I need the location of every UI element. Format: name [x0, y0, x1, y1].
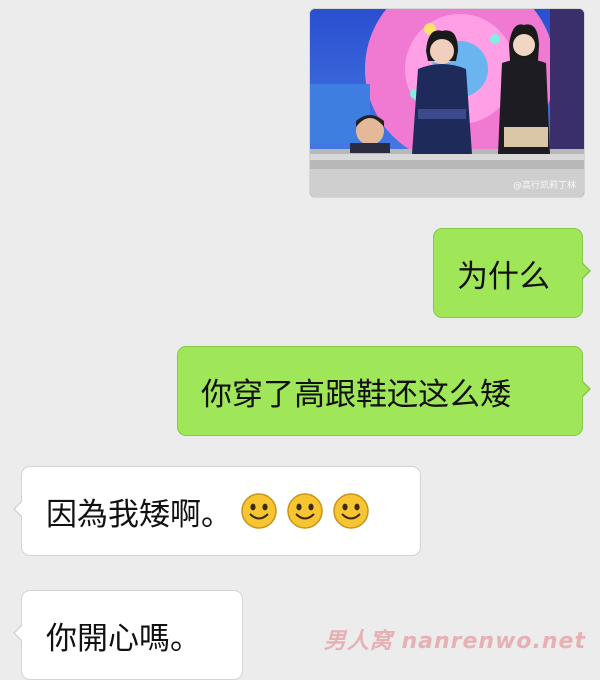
message-text: 为什么: [457, 258, 550, 295]
outgoing-message-bubble[interactable]: 为什么: [433, 228, 591, 318]
image-watermark: @高行凯莉丁林: [512, 181, 576, 191]
incoming-message-bubble[interactable]: 因為我矮啊。: [13, 466, 421, 556]
photo: [310, 9, 584, 197]
chat-area: @高行凯莉丁林 为什么 你穿了高跟鞋还这么矮 因為我矮啊。 你開心嗎。 男人窝 …: [0, 0, 600, 680]
smile-emoji-icon: [240, 492, 278, 530]
outgoing-message-bubble[interactable]: 你穿了高跟鞋还这么矮: [177, 346, 591, 436]
smile-emoji-icon: [286, 492, 324, 530]
incoming-message-bubble[interactable]: 你開心嗎。: [13, 590, 243, 680]
smile-emoji-icon: [332, 492, 370, 530]
site-watermark: 男人窝 nanrenwo.net: [323, 629, 586, 654]
message-text: 你穿了高跟鞋还这么矮: [201, 376, 511, 413]
message-text: 因為我矮啊。: [46, 496, 232, 533]
image-message[interactable]: @高行凯莉丁林: [309, 8, 585, 198]
message-text: 你開心嗎。: [46, 620, 201, 657]
